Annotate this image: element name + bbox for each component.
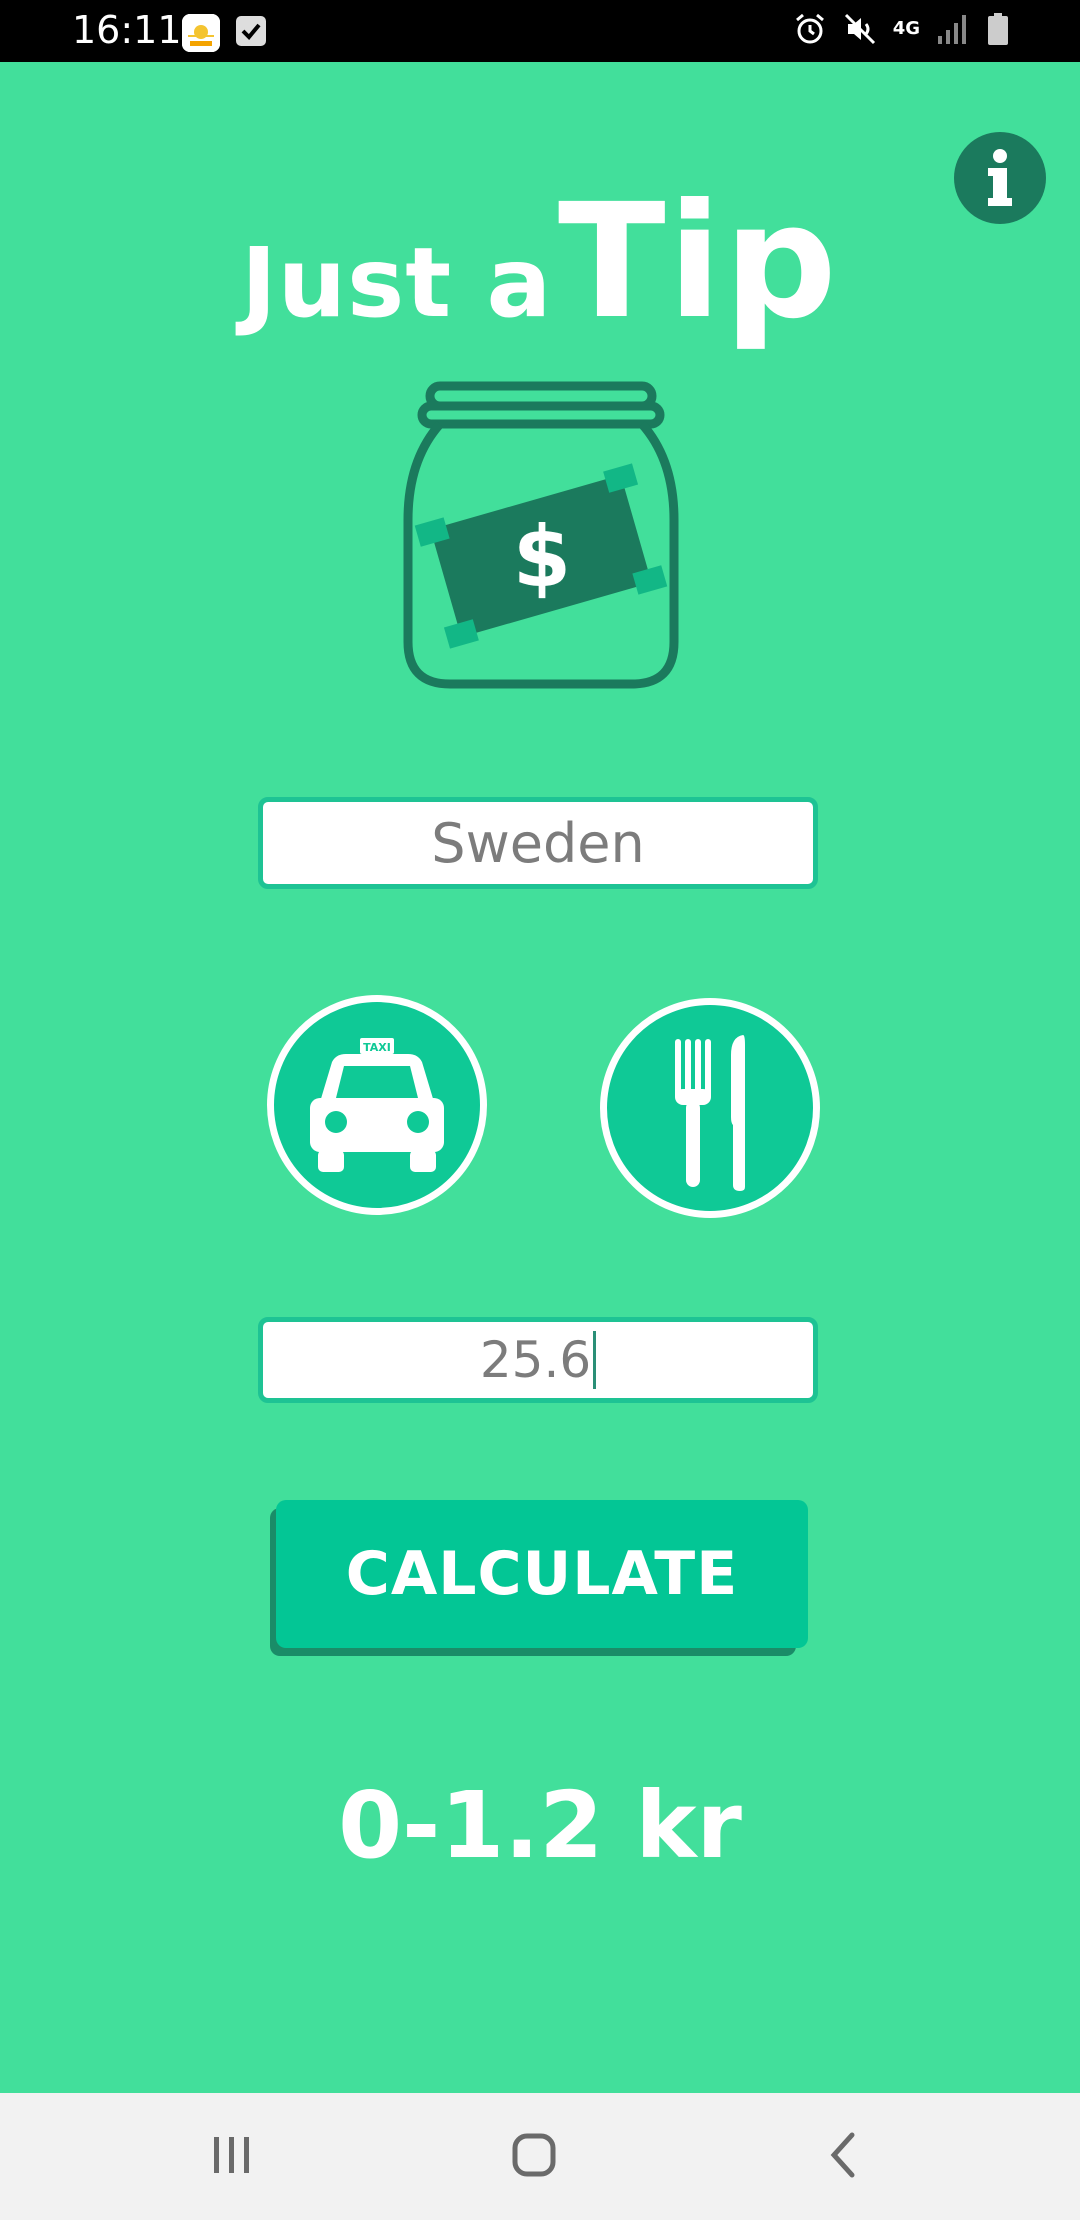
mute-icon (843, 12, 877, 46)
battery-icon (986, 12, 1010, 46)
back-icon[interactable] (818, 2129, 870, 2185)
signal-icon (936, 12, 970, 46)
home-icon[interactable] (508, 2129, 560, 2185)
taxi-button[interactable]: TAXI (267, 995, 487, 1215)
amount-value: 25.6 (479, 1331, 592, 1389)
title-part1: Just a (241, 227, 553, 339)
title-part2: Tip (557, 170, 839, 354)
app-title: Just a Tip (0, 170, 1080, 354)
navigation-bar (0, 2093, 1080, 2220)
amount-field[interactable]: 25.6 (258, 1317, 818, 1403)
fork-knife-icon (675, 1035, 745, 1191)
country-value: Sweden (431, 811, 645, 875)
network-4g-icon: 4G (892, 18, 920, 39)
status-time: 16:11 (72, 8, 182, 52)
status-icons: 4G (793, 12, 1010, 46)
calculate-button[interactable]: CALCULATE (276, 1500, 808, 1648)
country-field[interactable]: Sweden (258, 797, 818, 889)
app-notification-icon (182, 14, 220, 52)
tip-result: 0-1.2 kr (338, 1772, 742, 1879)
tip-jar-icon: $ (400, 380, 682, 692)
taxi-icon: TAXI (310, 1038, 444, 1172)
taxi-sign-label: TAXI (363, 1041, 391, 1054)
calculate-label: CALCULATE (345, 1539, 739, 1609)
check-icon (236, 16, 266, 46)
alarm-icon (793, 12, 827, 46)
recent-apps-icon[interactable] (206, 2129, 258, 2185)
restaurant-button[interactable] (600, 998, 820, 1218)
dollar-sign: $ (513, 508, 571, 606)
status-bar: 16:11 4G (0, 0, 1080, 62)
text-cursor (593, 1331, 597, 1389)
